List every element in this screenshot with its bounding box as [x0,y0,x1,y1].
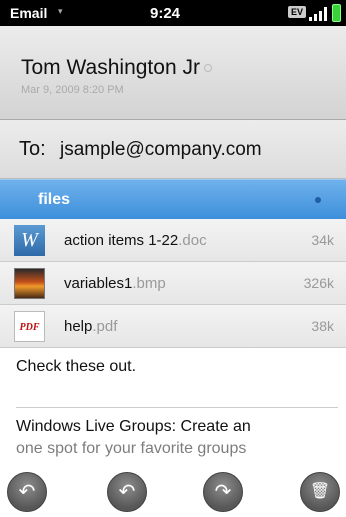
pdf-icon: PDF [14,311,45,342]
sender-name-row: Tom Washington Jr [21,56,212,80]
attachment-size: 326k [303,275,334,291]
forward-icon: ↷ [214,481,232,503]
body-text: Check these out. [16,358,137,375]
attachment-item[interactable]: W action items 1-22.doc 34k [0,219,346,262]
clock: 9:24 [150,5,181,22]
collapse-icon[interactable] [315,197,321,203]
forward-button[interactable]: ↷ [203,472,243,512]
attachment-size: 38k [311,318,334,334]
presence-icon [203,64,212,73]
sender-header[interactable]: Tom Washington Jr Mar 9, 2009 8:20 PM [0,26,346,120]
reply-all-button[interactable]: ↶ [107,472,147,512]
trash-icon: 🗑 [309,483,331,500]
body-text: Windows Live Groups: Create an [16,418,251,435]
to-label: To: [19,138,46,160]
delete-button[interactable]: 🗑 [300,472,340,512]
reply-icon: ↶ [18,481,36,503]
chevron-down-icon[interactable]: ▾ [58,6,63,17]
app-menu-title[interactable]: Email [10,5,47,21]
signal-icon [309,7,331,21]
recipient-address[interactable]: jsample@company.com [60,139,262,161]
recipient-row[interactable]: To: jsample@company.com [0,120,346,179]
body-text: one spot for your favorite groups [16,440,247,457]
sent-date: Mar 9, 2009 8:20 PM [21,84,124,96]
image-thumbnail-icon [14,268,45,299]
message-body[interactable]: Check these out. Windows Live Groups: Cr… [0,348,346,517]
attachment-item[interactable]: PDF help.pdf 38k [0,305,346,348]
battery-icon [332,4,341,22]
sender-name: Tom Washington Jr [21,56,200,79]
attachment-item[interactable]: variables1.bmp 326k [0,262,346,305]
network-badge: EV [288,6,307,18]
divider [16,407,338,408]
reply-button[interactable]: ↶ [7,472,47,512]
word-doc-icon: W [14,225,45,256]
attachments-header[interactable]: files [0,179,346,219]
attachment-filename: variables1.bmp [64,275,166,292]
attachment-filename: action items 1-22.doc [64,232,207,249]
attachment-size: 34k [311,232,334,248]
attachments-header-label: files [38,191,71,208]
status-bar: Email ▾ 9:24 EV [0,0,346,26]
attachment-filename: help.pdf [64,318,118,335]
reply-all-icon: ↶ [118,481,136,503]
